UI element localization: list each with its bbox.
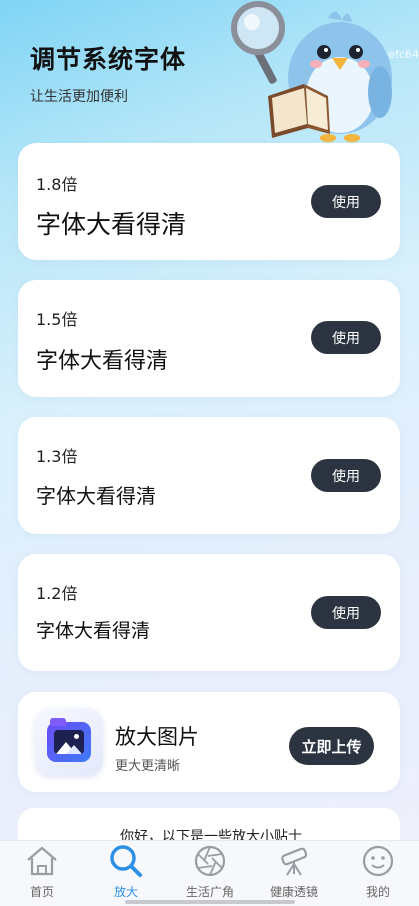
smiley-icon [362, 845, 394, 877]
use-button[interactable]: 使用 [311, 459, 381, 492]
font-option-card-1.2x: 1.2倍 字体大看得清 使用 [18, 554, 400, 671]
page-header: 调节系统字体 让生活更加便利 [30, 40, 186, 106]
use-button[interactable]: 使用 [311, 596, 381, 629]
font-sample-text: 字体大看得清 [36, 620, 151, 642]
home-icon [27, 846, 57, 876]
telescope-icon [281, 847, 308, 876]
page-subtitle: 让生活更加便利 [30, 89, 128, 105]
magnify-image-title: 放大图片 [115, 725, 199, 749]
font-option-card-1.8x: 1.8倍 字体大看得清 使用 [18, 143, 400, 260]
magnify-image-subtitle: 更大更清晰 [115, 759, 181, 774]
font-option-card-1.3x: 1.3倍 字体大看得清 使用 [18, 417, 400, 534]
font-scale-label: 1.2倍 [36, 584, 78, 603]
use-button[interactable]: 使用 [311, 321, 381, 354]
bird-mascot-illustration [231, 1, 392, 142]
aperture-icon [194, 845, 226, 877]
magnifier-icon [110, 845, 142, 877]
use-button[interactable]: 使用 [311, 185, 381, 218]
font-sample-text: 字体大看得清 [36, 349, 169, 374]
nav-label-home: 首页 [29, 885, 54, 899]
nav-item-mine[interactable]: 我的 [336, 841, 419, 906]
nav-label-health: 健康透镜 [269, 885, 318, 899]
font-option-card-1.5x: 1.5倍 字体大看得清 使用 [18, 280, 400, 397]
upload-now-button[interactable]: 立即上传 [289, 727, 374, 765]
image-app-icon [35, 708, 103, 776]
magnify-image-card[interactable]: 放大图片 更大更清晰 立即上传 [18, 692, 400, 792]
nav-item-life[interactable]: 生活广角 [168, 841, 252, 906]
nav-label-magnify: 放大 [113, 885, 138, 899]
page-title: 调节系统字体 [30, 45, 187, 74]
home-indicator[interactable] [125, 900, 295, 904]
font-scale-label: 1.8倍 [36, 175, 78, 194]
nav-item-home[interactable]: 首页 [0, 841, 84, 906]
bottom-nav-bar: 首页 放大 生活广角 健康透镜 我的 [0, 840, 419, 906]
nav-item-health[interactable]: 健康透镜 [252, 841, 336, 906]
font-scale-label: 1.5倍 [36, 310, 78, 329]
font-sample-text: 字体大看得清 [36, 484, 156, 508]
nav-label-life: 生活广角 [185, 885, 234, 899]
font-sample-text: 字体大看得清 [36, 210, 187, 239]
nav-item-magnify[interactable]: 放大 [84, 841, 168, 906]
nav-label-mine: 我的 [365, 885, 390, 899]
font-scale-label: 1.3倍 [36, 447, 78, 466]
